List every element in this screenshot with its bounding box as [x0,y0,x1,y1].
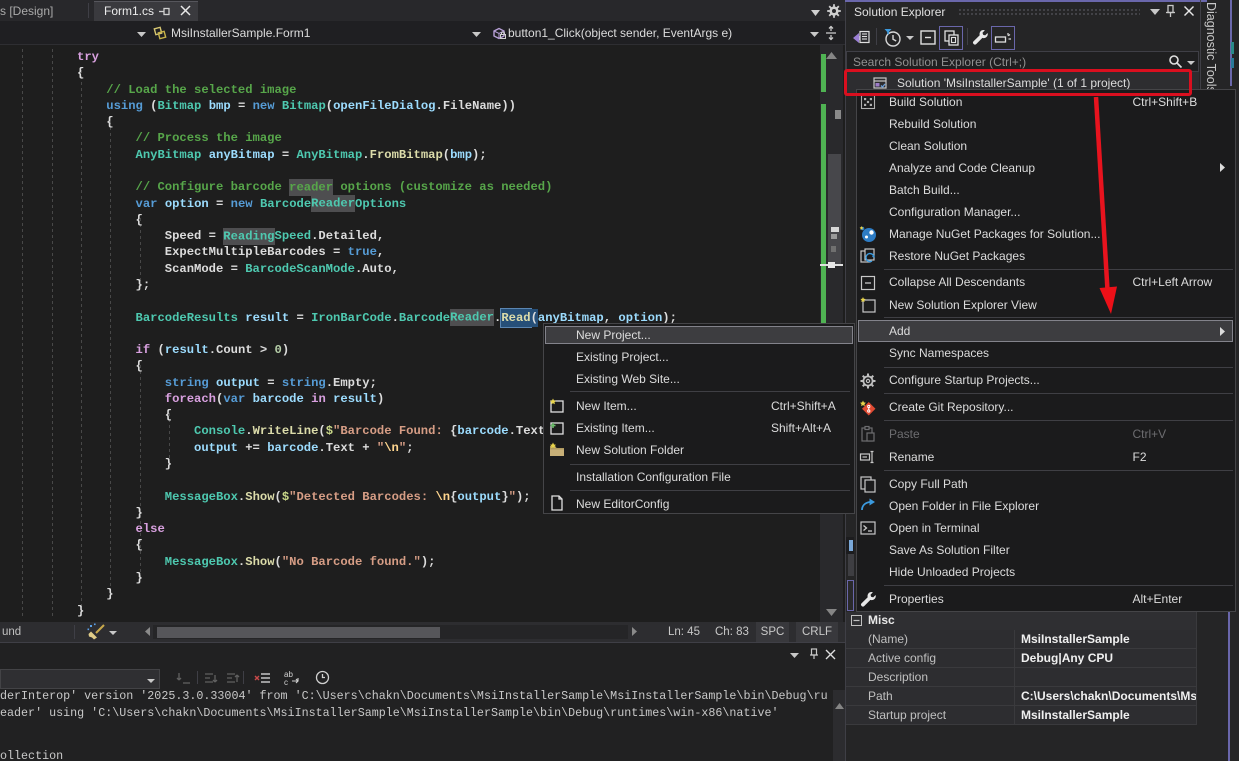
svg-text:c: c [284,678,288,686]
